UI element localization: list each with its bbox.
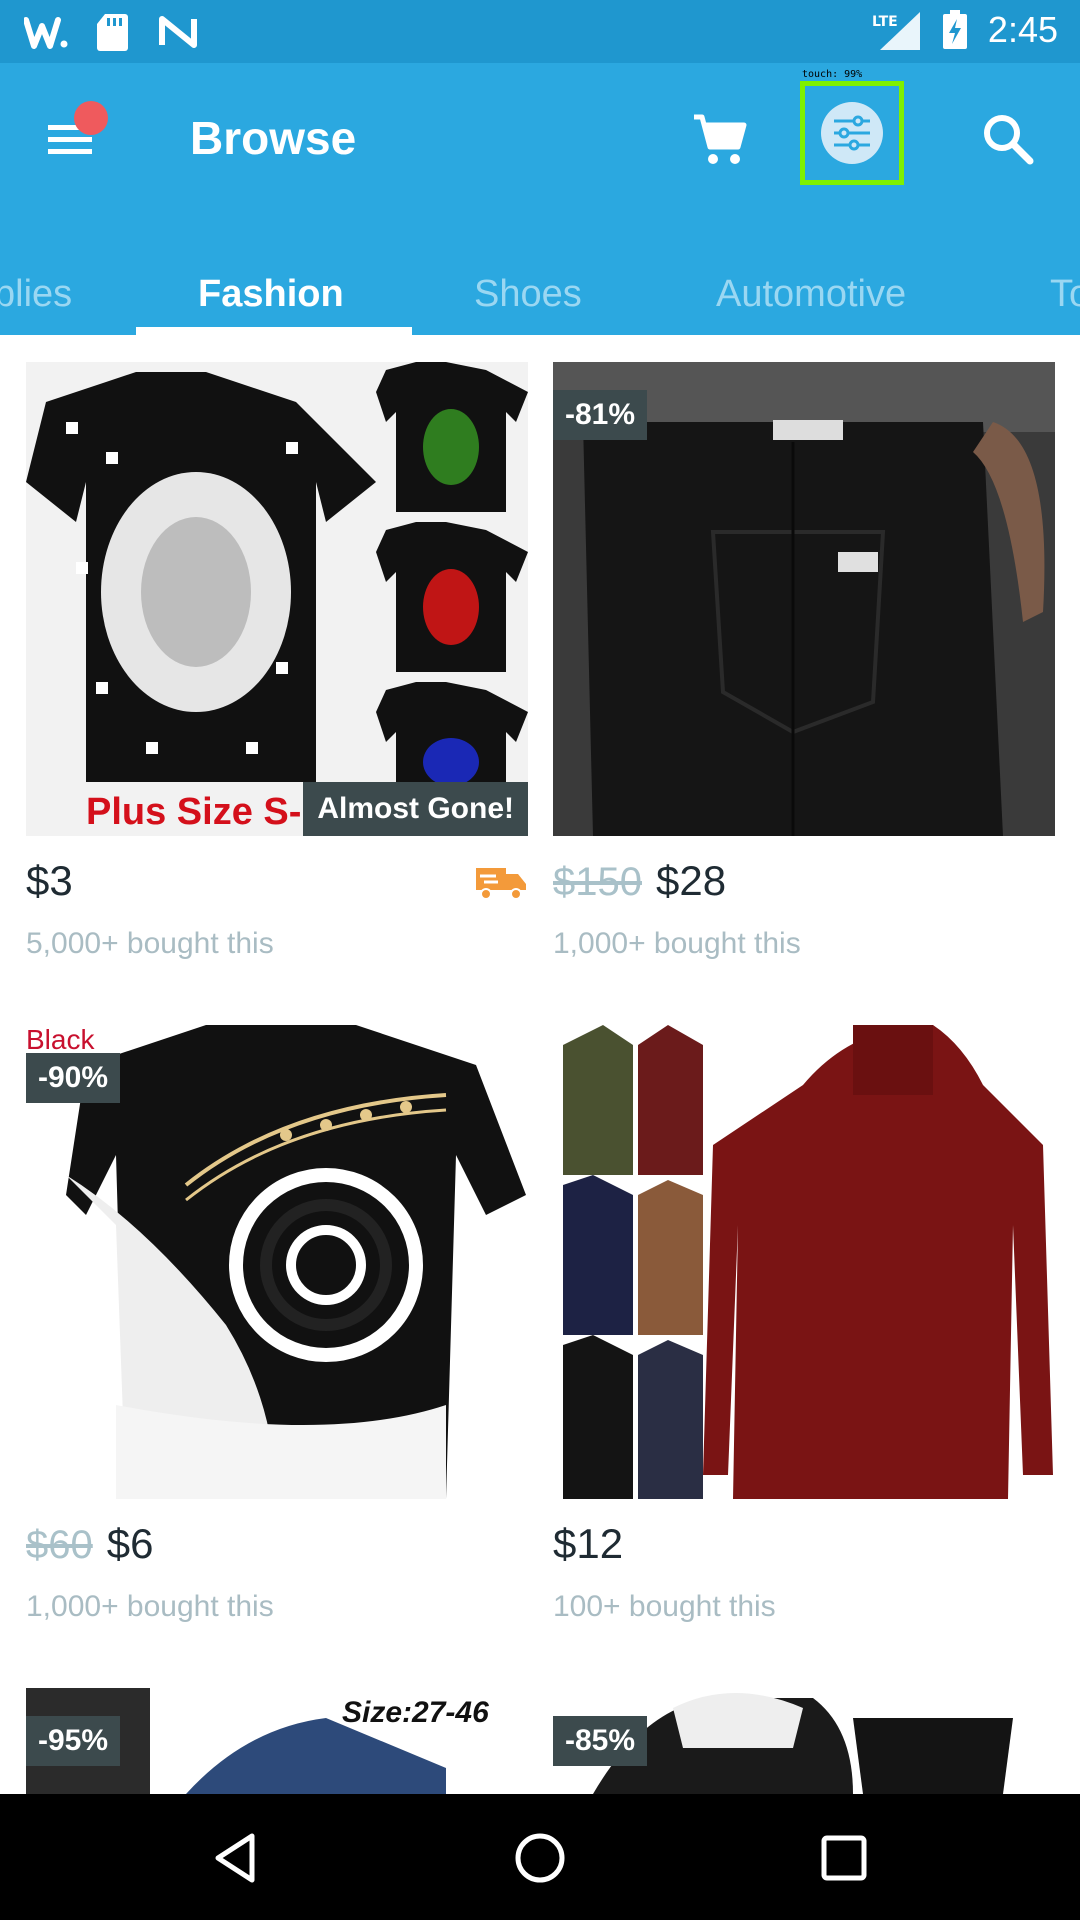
product-image: Size:27-46 -95% <box>26 1688 528 1794</box>
tab-toys[interactable]: To <box>1050 253 1080 335</box>
svg-text:LTE: LTE <box>872 14 898 30</box>
fast-shipping-icon <box>474 862 528 902</box>
app-bar: Browse touch: 99% plies Fashion Shoes Au… <box>0 63 1080 335</box>
product-price: $3 <box>26 857 73 904</box>
discount-badge: -95% <box>26 1716 121 1766</box>
product-price: $6 <box>106 1520 154 1567</box>
product-image <box>553 1025 1055 1499</box>
tab-supplies[interactable]: plies <box>0 253 72 335</box>
product-card[interactable]: Size:27-46 -95% <box>26 1688 528 1794</box>
back-icon <box>215 1833 255 1883</box>
n-app-icon <box>156 10 200 54</box>
bought-count: 1,000+ bought this <box>553 927 801 960</box>
battery-charging-icon <box>940 8 970 52</box>
product-price: $28 <box>655 857 727 904</box>
product-card[interactable]: -85% <box>553 1688 1055 1794</box>
search-icon <box>984 115 1034 165</box>
recents-button[interactable] <box>808 1822 880 1894</box>
home-icon <box>515 1833 565 1883</box>
page-title: Browse <box>190 112 357 164</box>
cart-button[interactable] <box>688 107 752 171</box>
price-row: $3 <box>26 857 73 905</box>
discount-badge: -85% <box>553 1716 648 1766</box>
category-tabs: plies Fashion Shoes Automotive To <box>0 253 1080 335</box>
tab-fashion[interactable]: Fashion <box>198 253 344 335</box>
product-image-caption: Size:27-46 <box>342 1696 489 1729</box>
wish-app-icon <box>24 10 68 54</box>
search-button[interactable] <box>976 107 1040 171</box>
tab-automotive[interactable]: Automotive <box>716 253 906 335</box>
sd-card-icon <box>90 10 134 54</box>
bought-count: 1,000+ bought this <box>26 1590 274 1623</box>
product-image: -85% <box>553 1688 1055 1794</box>
discount-badge: -90% <box>26 1053 121 1103</box>
system-navigation-bar <box>0 1794 1080 1920</box>
status-bar: LTE 2:45 <box>0 0 1080 63</box>
notification-dot <box>74 101 108 135</box>
active-tab-indicator <box>136 327 412 335</box>
product-image-caption: Plus Size S- <box>86 791 301 833</box>
almost-gone-badge: Almost Gone! <box>303 782 528 836</box>
color-variant-label: Black <box>26 1025 95 1055</box>
discount-badge: -81% <box>553 390 648 440</box>
recents-icon <box>821 1835 867 1881</box>
product-price: $12 <box>553 1520 624 1567</box>
original-price: $60 <box>26 1523 93 1567</box>
touch-debug-label: touch: 99% <box>802 69 863 80</box>
tab-shoes[interactable]: Shoes <box>474 253 582 335</box>
filter-icon <box>821 102 883 164</box>
filter-button[interactable] <box>800 81 904 185</box>
price-row: $60 $6 <box>26 1520 153 1568</box>
price-row: $12 <box>553 1520 623 1568</box>
back-button[interactable] <box>200 1822 272 1894</box>
product-image: Black -90% <box>26 1025 528 1499</box>
home-button[interactable] <box>504 1822 576 1894</box>
clock: 2:45 <box>987 9 1058 50</box>
original-price: $150 <box>553 860 642 904</box>
product-image: -81% <box>553 362 1055 836</box>
product-image: Plus Size S- Almost Gone! <box>26 362 528 836</box>
bought-count: 100+ bought this <box>553 1590 776 1623</box>
bought-count: 5,000+ bought this <box>26 927 274 960</box>
price-row: $150 $28 <box>553 857 726 905</box>
lte-signal-icon: LTE <box>870 8 922 52</box>
cart-icon <box>694 114 747 164</box>
